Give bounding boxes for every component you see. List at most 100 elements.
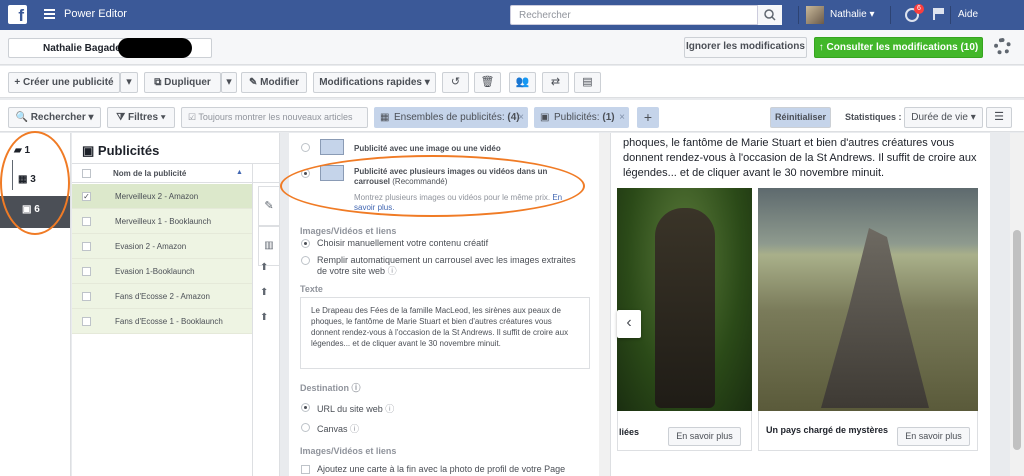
annotation-oval: [280, 155, 585, 217]
url-option-label: URL du site web: [317, 404, 383, 414]
canvas-radio[interactable]: [301, 423, 310, 432]
quick-edit-button[interactable]: Modifications rapides ▾: [313, 72, 436, 93]
statistics-select[interactable]: Durée de vie ▾: [904, 107, 983, 128]
table-row[interactable]: Merveilleux 1 - Booklaunch: [72, 209, 252, 234]
card2-cta-button[interactable]: En savoir plus: [897, 427, 970, 446]
row-checkbox[interactable]: [82, 217, 91, 226]
menu-icon[interactable]: [44, 9, 55, 11]
columns-icon[interactable]: ☰: [986, 107, 1012, 128]
close-icon[interactable]: ×: [518, 107, 524, 128]
user-name[interactable]: Nathalie ▾: [830, 9, 875, 20]
table-row[interactable]: ✓ Merveilleux 2 - Amazon: [72, 184, 252, 209]
search-button[interactable]: [757, 5, 782, 25]
row-checkbox[interactable]: ✓: [82, 192, 91, 201]
table-row[interactable]: Evasion 2 - Amazon: [72, 234, 252, 259]
scrollbar-thumb[interactable]: [1013, 230, 1021, 450]
row-checkbox[interactable]: [82, 267, 91, 276]
create-ad-label: Créer une publicité: [23, 77, 114, 88]
row-name: Fans d'Ecosse 1 - Booklaunch: [115, 317, 223, 326]
single-image-icon: [320, 139, 344, 155]
table-row[interactable]: Evasion 1-Booklaunch: [72, 259, 252, 284]
single-image-radio[interactable]: [301, 143, 310, 152]
search-input[interactable]: Rechercher: [510, 5, 782, 25]
url-radio[interactable]: [301, 403, 310, 412]
filters-label: Filtres: [128, 112, 159, 123]
always-show-new-toggle[interactable]: ☑ Toujours montrer les nouveaux articles: [181, 107, 368, 128]
statistics-label: Statistiques :: [845, 112, 902, 122]
destination-label-text: Destination: [300, 383, 350, 393]
sort-icon[interactable]: ▲: [236, 169, 243, 176]
trash-icon[interactable]: 🗑: [474, 72, 501, 93]
review-changes-button[interactable]: ↑ Consulter les modifications (10): [814, 37, 983, 58]
audience-icon[interactable]: 👥: [509, 72, 536, 93]
upload-arrow-icon[interactable]: ⬆: [260, 287, 268, 298]
canvas-option[interactable]: Canvas ⓘ: [317, 422, 359, 435]
preview-body-text: phoques, le fantôme de Marie Stuart et b…: [623, 137, 977, 179]
auto-option[interactable]: Remplir automatiquement un carrousel ave…: [317, 255, 587, 277]
ad-icon: ▣: [82, 143, 95, 158]
gear-icon[interactable]: [994, 38, 1011, 55]
duplicate-label: Dupliquer: [164, 77, 211, 88]
upload-arrow-icon[interactable]: ⬆: [260, 262, 268, 273]
close-icon[interactable]: ×: [619, 107, 625, 128]
carousel-prev-button[interactable]: ‹: [617, 310, 641, 338]
column-header-name[interactable]: Nom de la publicité: [113, 169, 186, 178]
table-row[interactable]: Fans d'Ecosse 2 - Amazon: [72, 284, 252, 309]
redaction-mark: [118, 38, 192, 58]
end-card-option[interactable]: Ajoutez une carte à la fin avec la photo…: [317, 464, 565, 474]
annotation-oval: [0, 131, 70, 235]
row-checkbox[interactable]: [82, 292, 91, 301]
row-name: Evasion 1-Booklaunch: [115, 267, 195, 276]
manual-option[interactable]: Choisir manuellement votre contenu créat…: [317, 238, 488, 248]
ad-icon: ▣: [540, 112, 550, 123]
row-checkbox[interactable]: [82, 317, 91, 326]
row-name: Merveilleux 1 - Booklaunch: [115, 217, 212, 226]
column-divider: [252, 163, 253, 476]
duplicate-button[interactable]: ⧉ Dupliquer: [144, 72, 221, 93]
search-filter-button[interactable]: 🔍 Rechercher ▾: [8, 107, 101, 128]
facebook-logo-icon[interactable]: f: [8, 5, 27, 25]
share-icon[interactable]: ⇄: [542, 72, 569, 93]
upload-arrow-icon[interactable]: ⬆: [260, 312, 268, 323]
create-dropdown-button[interactable]: ▾: [120, 72, 138, 93]
flag-icon[interactable]: [933, 8, 945, 20]
media-label-2: Images/Vidéos et liens: [300, 446, 397, 456]
auto-radio[interactable]: [301, 256, 310, 265]
help-link[interactable]: Aide: [958, 9, 978, 20]
row-checkbox[interactable]: [82, 242, 91, 251]
url-option[interactable]: URL du site web ⓘ: [317, 402, 394, 415]
editor-scrollbar[interactable]: [599, 133, 610, 476]
row-name: Merveilleux 2 - Amazon: [115, 192, 199, 201]
create-ad-button[interactable]: + Créer une publicité: [8, 72, 120, 93]
adsets-icon: ▦: [380, 112, 390, 123]
single-image-option[interactable]: Publicité avec une image ou une vidéo: [354, 144, 501, 153]
table-row[interactable]: Fans d'Ecosse 1 - Booklaunch: [72, 309, 252, 334]
filters-button[interactable]: ⧩ Filtres ▾: [107, 107, 175, 128]
avatar[interactable]: [806, 6, 824, 24]
ads-filter-chip[interactable]: ▣ Publicités: (1) ×: [534, 107, 629, 128]
info-icon[interactable]: ⓘ: [385, 404, 394, 414]
end-card-checkbox[interactable]: [301, 465, 310, 474]
edit-label: Modifier: [260, 77, 300, 88]
select-all-checkbox[interactable]: [82, 169, 91, 178]
canvas-option-label: Canvas: [317, 424, 348, 434]
add-filter-button[interactable]: +: [637, 107, 659, 128]
duplicate-dropdown-button[interactable]: ▾: [221, 72, 237, 93]
reset-button[interactable]: Réinitialiser: [770, 107, 831, 128]
manual-radio[interactable]: [301, 239, 310, 248]
panel-title-text: Publicités: [97, 143, 160, 158]
info-icon[interactable]: ⓘ: [388, 266, 397, 276]
export-icon[interactable]: ▤: [574, 72, 601, 93]
ad-text-field[interactable]: Le Drapeau des Fées de la famille MacLeo…: [300, 297, 590, 369]
edit-pane-pencil-icon[interactable]: ✎: [258, 186, 280, 226]
divider: [950, 6, 951, 24]
revert-icon[interactable]: ↺: [442, 72, 469, 93]
chart-icon[interactable]: ▥: [258, 226, 280, 266]
card1-cta-button[interactable]: En savoir plus: [668, 427, 741, 446]
discard-changes-button[interactable]: Ignorer les modifications: [684, 37, 807, 58]
edit-button[interactable]: ✎ Modifier: [241, 72, 307, 93]
divider: [798, 6, 799, 24]
info-icon[interactable]: ⓘ: [350, 424, 359, 434]
adsets-filter-chip[interactable]: ▦ Ensembles de publicités: (4) ×: [374, 107, 528, 128]
statue-figure: [655, 208, 715, 408]
